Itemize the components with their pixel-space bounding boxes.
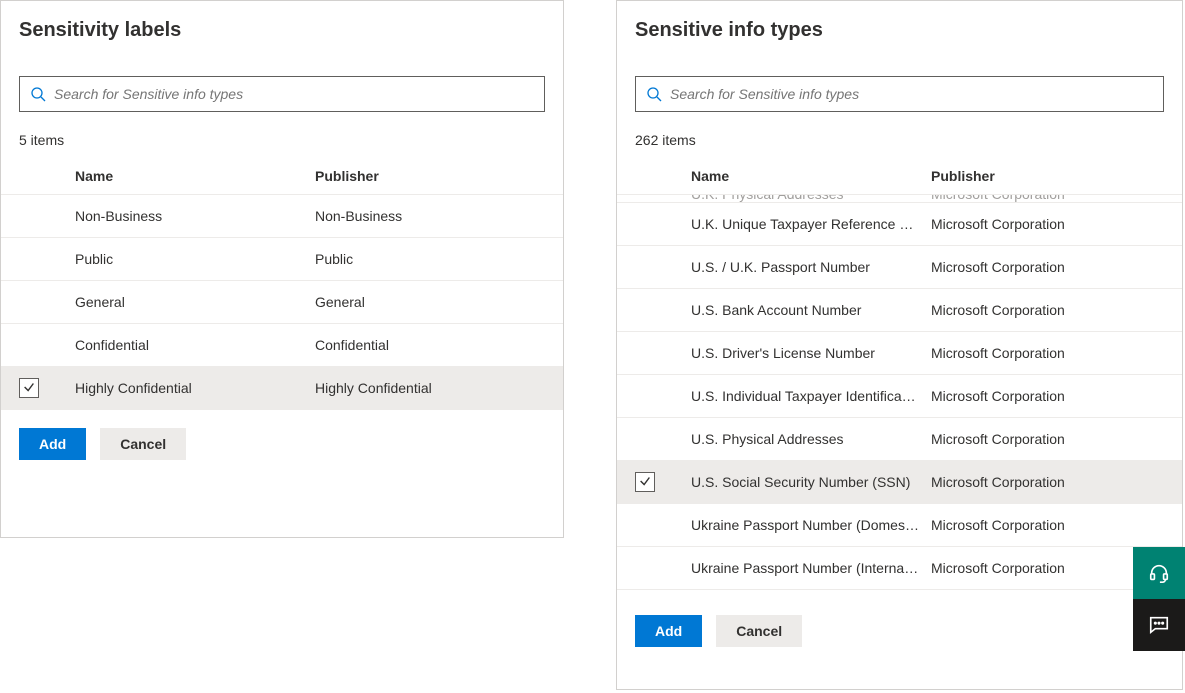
row-publisher: Highly Confidential bbox=[315, 380, 563, 396]
add-button[interactable]: Add bbox=[19, 428, 86, 460]
row-publisher: Non-Business bbox=[315, 208, 563, 224]
row-publisher: Microsoft Corporation bbox=[931, 302, 1182, 318]
table-row[interactable]: U.S. Individual Taxpayer Identification … bbox=[617, 375, 1182, 418]
search-wrap bbox=[617, 48, 1182, 120]
checkbox[interactable] bbox=[19, 378, 39, 398]
list-body-right: U.K. Unique Taxpayer Reference NumberMic… bbox=[617, 203, 1182, 590]
search-box[interactable] bbox=[19, 76, 545, 112]
item-count: 5 items bbox=[1, 120, 563, 158]
row-publisher: Microsoft Corporation bbox=[931, 517, 1182, 533]
list-header: Name Publisher bbox=[617, 158, 1182, 195]
row-publisher: Microsoft Corporation bbox=[931, 345, 1182, 361]
row-checkbox-cell bbox=[635, 472, 691, 492]
row-name: Confidential bbox=[75, 337, 315, 353]
row-name: U.K. Unique Taxpayer Reference Number bbox=[691, 216, 931, 232]
table-row[interactable]: Highly ConfidentialHighly Confidential bbox=[1, 367, 563, 410]
table-row[interactable]: U.S. Physical AddressesMicrosoft Corpora… bbox=[617, 418, 1182, 461]
row-publisher: Microsoft Corporation bbox=[931, 259, 1182, 275]
table-row[interactable]: U.K. Unique Taxpayer Reference NumberMic… bbox=[617, 203, 1182, 246]
table-row[interactable]: Ukraine Passport Number (International)M… bbox=[617, 547, 1182, 590]
list-header: Name Publisher bbox=[1, 158, 563, 195]
sensitivity-labels-panel: Sensitivity labels 5 items Name Publishe… bbox=[0, 0, 564, 538]
row-publisher: Microsoft Corporation bbox=[931, 216, 1182, 232]
table-row[interactable]: Ukraine Passport Number (Domestic)Micros… bbox=[617, 504, 1182, 547]
row-publisher: Confidential bbox=[315, 337, 563, 353]
row-name: Ukraine Passport Number (International) bbox=[691, 560, 931, 576]
floating-actions bbox=[1133, 547, 1185, 651]
add-button[interactable]: Add bbox=[635, 615, 702, 647]
row-name: U.S. Social Security Number (SSN) bbox=[691, 474, 931, 490]
col-publisher-header[interactable]: Publisher bbox=[315, 168, 563, 184]
table-row[interactable]: GeneralGeneral bbox=[1, 281, 563, 324]
cancel-button[interactable]: Cancel bbox=[100, 428, 186, 460]
panel-title: Sensitive info types bbox=[617, 1, 1182, 48]
list-body-left: Non-BusinessNon-BusinessPublicPublicGene… bbox=[1, 195, 563, 410]
search-input[interactable] bbox=[670, 86, 1153, 102]
row-name: U.S. Physical Addresses bbox=[691, 431, 931, 447]
row-name: U.S. Bank Account Number bbox=[691, 302, 931, 318]
row-name: General bbox=[75, 294, 315, 310]
search-icon bbox=[30, 86, 46, 102]
row-name: Non-Business bbox=[75, 208, 315, 224]
search-icon bbox=[646, 86, 662, 102]
col-name-header[interactable]: Name bbox=[691, 168, 931, 184]
row-publisher: Microsoft Corporation bbox=[931, 431, 1182, 447]
cancel-button[interactable]: Cancel bbox=[716, 615, 802, 647]
panel-title: Sensitivity labels bbox=[1, 1, 563, 48]
search-wrap bbox=[1, 48, 563, 120]
checkmark-icon bbox=[22, 380, 36, 397]
row-publisher: General bbox=[315, 294, 563, 310]
row-name: Highly Confidential bbox=[75, 380, 315, 396]
sensitive-info-types-panel: Sensitive info types 262 items Name Publ… bbox=[616, 0, 1183, 690]
checkmark-icon bbox=[638, 474, 652, 491]
row-publisher: Microsoft Corporation bbox=[931, 388, 1182, 404]
button-bar: Add Cancel bbox=[617, 597, 1182, 665]
row-name: Public bbox=[75, 251, 315, 267]
table-row[interactable]: U.S. / U.K. Passport NumberMicrosoft Cor… bbox=[617, 246, 1182, 289]
col-name-header[interactable]: Name bbox=[75, 168, 315, 184]
search-box[interactable] bbox=[635, 76, 1164, 112]
button-bar: Add Cancel bbox=[1, 410, 563, 478]
table-row[interactable]: PublicPublic bbox=[1, 238, 563, 281]
item-count: 262 items bbox=[617, 120, 1182, 158]
col-check-header bbox=[635, 168, 691, 184]
table-row[interactable]: U.S. Bank Account NumberMicrosoft Corpor… bbox=[617, 289, 1182, 332]
table-row[interactable]: Non-BusinessNon-Business bbox=[1, 195, 563, 238]
col-publisher-header[interactable]: Publisher bbox=[931, 168, 1182, 184]
help-headset-button[interactable] bbox=[1133, 547, 1185, 599]
table-row[interactable]: U.S. Social Security Number (SSN)Microso… bbox=[617, 461, 1182, 504]
row-name: U.S. Individual Taxpayer Identification … bbox=[691, 388, 931, 404]
table-row[interactable]: U.S. Driver's License NumberMicrosoft Co… bbox=[617, 332, 1182, 375]
row-name: Ukraine Passport Number (Domestic) bbox=[691, 517, 931, 533]
scroll-area[interactable]: U.K. Physical Addresses Microsoft Corpor… bbox=[617, 195, 1182, 597]
row-publisher: Microsoft Corporation bbox=[931, 474, 1182, 490]
table-row[interactable]: ConfidentialConfidential bbox=[1, 324, 563, 367]
col-check-header bbox=[19, 168, 75, 184]
row-checkbox-cell bbox=[19, 378, 75, 398]
search-input[interactable] bbox=[54, 86, 534, 102]
row-name: U.S. Driver's License Number bbox=[691, 345, 931, 361]
partial-row-top: U.K. Physical Addresses Microsoft Corpor… bbox=[617, 195, 1182, 203]
row-name: U.S. / U.K. Passport Number bbox=[691, 259, 931, 275]
checkbox[interactable] bbox=[635, 472, 655, 492]
feedback-button[interactable] bbox=[1133, 599, 1185, 651]
row-publisher: Public bbox=[315, 251, 563, 267]
